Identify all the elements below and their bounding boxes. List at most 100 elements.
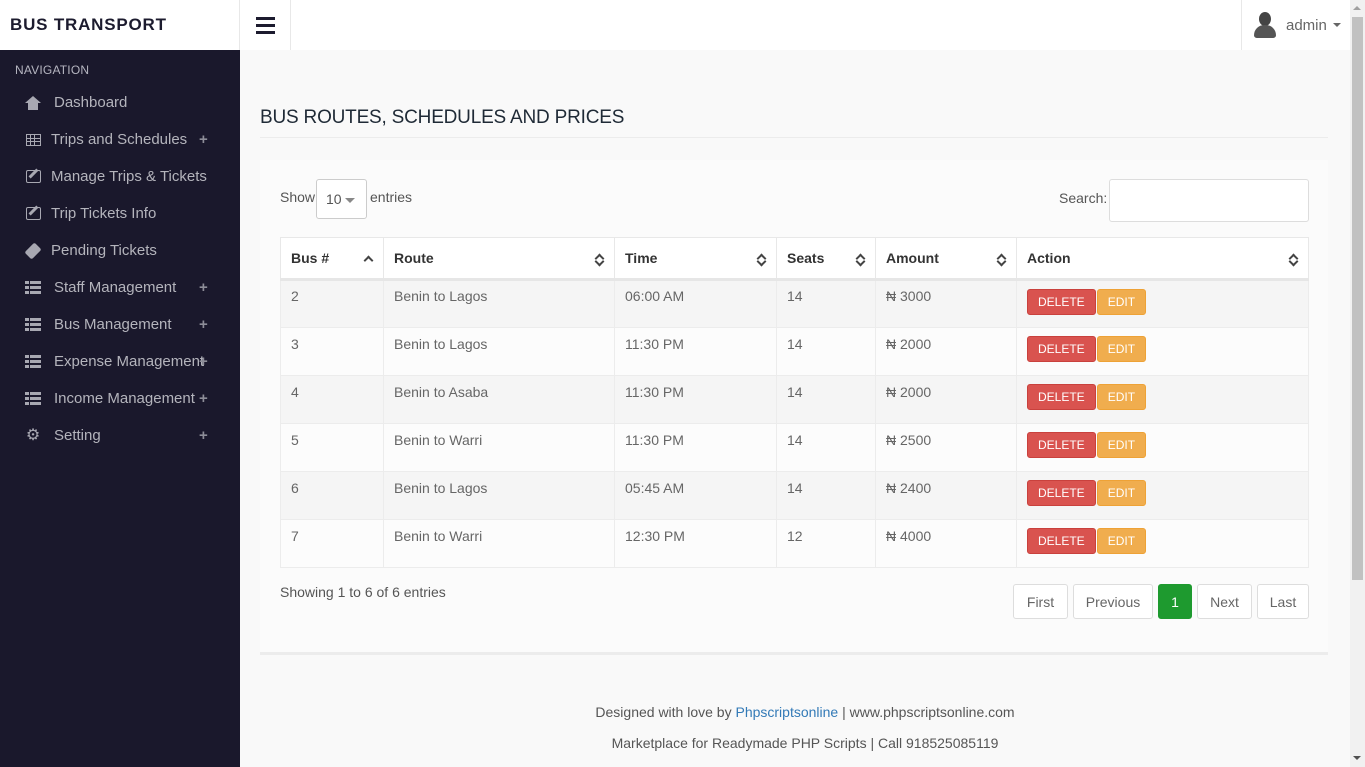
scroll-down-arrow-icon[interactable] <box>1353 756 1361 760</box>
delete-button[interactable]: DELETE <box>1027 336 1096 362</box>
pagination-first[interactable]: First <box>1013 584 1068 619</box>
column-header-time[interactable]: Time <box>614 237 777 281</box>
sidebar-item-dashboard[interactable]: Dashboard <box>0 84 240 121</box>
column-header-label: Time <box>625 250 658 266</box>
cell-route: Benin to Lagos <box>383 279 615 328</box>
delete-button[interactable]: DELETE <box>1027 289 1096 315</box>
footer-link[interactable]: Phpscriptsonline <box>735 704 838 720</box>
delete-button[interactable]: DELETE <box>1027 432 1096 458</box>
sidebar-item-staff-management[interactable]: Staff Management + <box>0 269 240 306</box>
column-header-seats[interactable]: Seats <box>776 237 876 281</box>
routes-table: Bus # Route Time Seats Amount Action 2 B… <box>280 237 1309 568</box>
edit-button[interactable]: EDIT <box>1096 528 1147 554</box>
page-scrollbar[interactable] <box>1350 0 1365 767</box>
cell-route: Benin to Warri <box>383 423 615 472</box>
pagination-next[interactable]: Next <box>1197 584 1252 619</box>
sidebar-item-income-management[interactable]: Income Management + <box>0 380 240 417</box>
dropdown-arrow-icon <box>345 198 355 203</box>
sidebar-item-trip-tickets-info[interactable]: Trip Tickets Info <box>0 195 240 232</box>
sidebar-item-setting[interactable]: ⚙ Setting + <box>0 417 240 454</box>
expand-plus-icon[interactable]: + <box>199 279 208 296</box>
show-label: Show <box>280 189 316 205</box>
delete-button[interactable]: DELETE <box>1027 528 1096 554</box>
scroll-up-arrow-icon[interactable] <box>1353 6 1361 10</box>
sidebar-item-trips-and-schedules[interactable]: Trips and Schedules + <box>0 121 240 158</box>
cell-route: Benin to Lagos <box>383 471 615 520</box>
cell-amount: ₦ 2000 <box>875 327 1017 376</box>
sidebar-item-manage-trips-tickets[interactable]: Manage Trips & Tickets <box>0 158 240 195</box>
cell-seats: 14 <box>776 375 876 424</box>
expand-plus-icon[interactable]: + <box>199 353 208 370</box>
nav-header: NAVIGATION <box>15 63 90 77</box>
table-row: 5 Benin to Warri 11:30 PM 14 ₦ 2500 DELE… <box>280 423 1309 472</box>
edit-icon <box>25 169 41 185</box>
cell-seats: 14 <box>776 327 876 376</box>
cell-seats: 12 <box>776 519 876 568</box>
title-divider <box>260 137 1328 138</box>
sidebar-item-pending-tickets[interactable]: Pending Tickets <box>0 232 240 269</box>
hamburger-icon-bar <box>255 30 275 34</box>
table-row: 7 Benin to Warri 12:30 PM 12 ₦ 4000 DELE… <box>280 519 1309 568</box>
sidebar-item-label: Income Management <box>54 390 195 407</box>
cell-route: Benin to Lagos <box>383 327 615 376</box>
sidebar-toggle-button[interactable] <box>240 0 291 50</box>
avatar-icon <box>1254 12 1276 38</box>
sort-both-icon <box>756 251 767 267</box>
scroll-thumb[interactable] <box>1352 17 1363 580</box>
sidebar-item-label: Trips and Schedules <box>51 131 188 148</box>
sidebar-item-bus-management[interactable]: Bus Management + <box>0 306 240 343</box>
caret-down-icon <box>1332 23 1341 27</box>
expand-plus-icon[interactable]: + <box>199 390 208 407</box>
app-brand[interactable]: BUS TRANSPORT SYSTEM <box>0 0 240 84</box>
cell-route: Benin to Asaba <box>383 375 615 424</box>
expand-plus-icon[interactable]: + <box>199 316 208 333</box>
table-row: 6 Benin to Lagos 05:45 AM 14 ₦ 2400 DELE… <box>280 471 1309 520</box>
footer-tagline: Marketplace for Readymade PHP Scripts | … <box>611 735 999 751</box>
sort-both-icon <box>594 251 605 267</box>
column-header-label: Route <box>394 250 434 266</box>
edit-button[interactable]: EDIT <box>1096 336 1147 362</box>
hamburger-icon <box>255 16 275 20</box>
home-icon <box>25 95 41 111</box>
delete-button[interactable]: DELETE <box>1027 384 1096 410</box>
user-menu[interactable]: admin <box>1241 0 1350 50</box>
sort-both-icon <box>996 251 1007 267</box>
search-label: Search: <box>1059 190 1108 206</box>
sidebar-item-label: Pending Tickets <box>51 242 157 259</box>
delete-button[interactable]: DELETE <box>1027 480 1096 506</box>
edit-button[interactable]: EDIT <box>1096 384 1147 410</box>
sidebar-item-label: Trip Tickets Info <box>51 205 157 222</box>
sidebar-item-label: Manage Trips & Tickets <box>51 168 207 185</box>
entries-per-page-value: 10 <box>326 191 342 207</box>
cell-time: 05:45 AM <box>614 471 777 520</box>
page-title: BUS ROUTES, SCHEDULES AND PRICES <box>260 107 625 128</box>
edit-button[interactable]: EDIT <box>1096 289 1147 315</box>
sort-both-icon <box>1288 251 1299 267</box>
cell-bus: 2 <box>280 279 384 328</box>
sort-ascending-icon <box>363 251 374 267</box>
sidebar-item-label: Dashboard <box>54 94 128 111</box>
pagination-last[interactable]: Last <box>1257 584 1309 619</box>
column-header-action[interactable]: Action <box>1016 237 1309 281</box>
search-input[interactable] <box>1109 179 1309 222</box>
edit-button[interactable]: EDIT <box>1096 432 1147 458</box>
expand-plus-icon[interactable]: + <box>199 131 208 148</box>
cell-action: DELETE EDIT <box>1016 279 1309 328</box>
column-header-amount[interactable]: Amount <box>875 237 1017 281</box>
footer-prefix: Designed with love by <box>595 704 736 720</box>
gear-icon: ⚙ <box>25 426 41 444</box>
expand-plus-icon[interactable]: + <box>199 427 208 444</box>
column-header-bus[interactable]: Bus # <box>280 237 384 281</box>
cell-action: DELETE EDIT <box>1016 327 1309 376</box>
table-icon <box>25 132 41 148</box>
pagination-previous[interactable]: Previous <box>1073 584 1153 619</box>
column-header-route[interactable]: Route <box>383 237 615 281</box>
cell-bus: 7 <box>280 519 384 568</box>
pagination-page-1[interactable]: 1 <box>1158 584 1192 619</box>
edit-button[interactable]: EDIT <box>1096 480 1147 506</box>
sidebar-item-expense-management[interactable]: Expense Management + <box>0 343 240 380</box>
cell-time: 11:30 PM <box>614 375 777 424</box>
cell-action: DELETE EDIT <box>1016 423 1309 472</box>
cell-bus: 6 <box>280 471 384 520</box>
entries-per-page-select[interactable]: 10 <box>316 179 367 219</box>
